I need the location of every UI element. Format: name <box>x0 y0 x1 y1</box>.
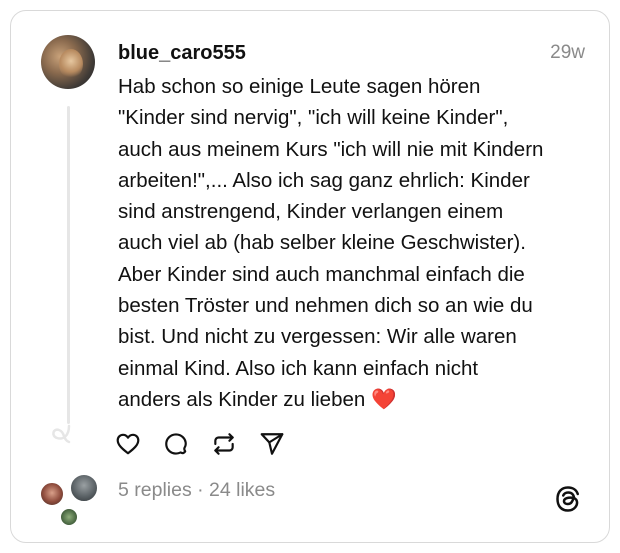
post-line-text: anders als Kinder zu lieben <box>118 387 366 411</box>
reply-button[interactable] <box>163 431 189 457</box>
post-line: besten Tröster und nehmen dich so an wie… <box>118 294 533 318</box>
post-line: "Kinder sind nervig", "ich will keine Ki… <box>118 106 509 130</box>
like-button[interactable] <box>115 431 141 457</box>
replier-avatar[interactable] <box>39 481 65 507</box>
post-line: sind anstrengend, Kinder verlangen einem <box>118 200 504 224</box>
replies-likes-count[interactable]: 5 replies · 24 likes <box>118 479 275 502</box>
comment-icon <box>165 433 187 455</box>
post-line: arbeiten!",... Also ich sag ganz ehrlich… <box>118 168 530 192</box>
share-button[interactable] <box>259 431 285 457</box>
post-line: einmal Kind. Also ich kann einfach nicht <box>118 356 479 380</box>
author-avatar[interactable] <box>41 35 95 89</box>
post-line: auch viel ab (hab selber kleine Geschwis… <box>118 231 526 255</box>
repost-icon <box>214 433 234 455</box>
replier-avatar[interactable] <box>59 507 79 527</box>
post-card: blue_caro555 29w Hab schon so einige Leu… <box>10 10 610 543</box>
post-timestamp[interactable]: 29w <box>550 42 585 64</box>
author-username[interactable]: blue_caro555 <box>118 42 246 65</box>
heart-emoji: ❤️ <box>371 387 397 411</box>
thread-line <box>67 106 70 424</box>
post-line: auch aus meinem Kurs "ich will nie mit K… <box>118 137 544 161</box>
post-body: Hab schon so einige Leute sagen hören "K… <box>118 71 598 415</box>
post-line: Aber Kinder sind auch manchmal einfach d… <box>118 262 525 286</box>
heart-icon <box>116 433 140 455</box>
post-line: Hab schon so einige Leute sagen hören <box>118 75 481 98</box>
post-line: anders als Kinder zu lieben ❤️ <box>118 384 598 415</box>
repost-button[interactable] <box>211 431 237 457</box>
replier-avatar[interactable] <box>69 473 99 503</box>
share-icon <box>260 433 284 455</box>
thread-curl-icon <box>52 424 71 444</box>
threads-logo-icon[interactable] <box>553 484 583 514</box>
post-line: bist. Und nicht zu vergessen: Wir alle w… <box>118 325 517 349</box>
action-bar <box>115 431 285 457</box>
